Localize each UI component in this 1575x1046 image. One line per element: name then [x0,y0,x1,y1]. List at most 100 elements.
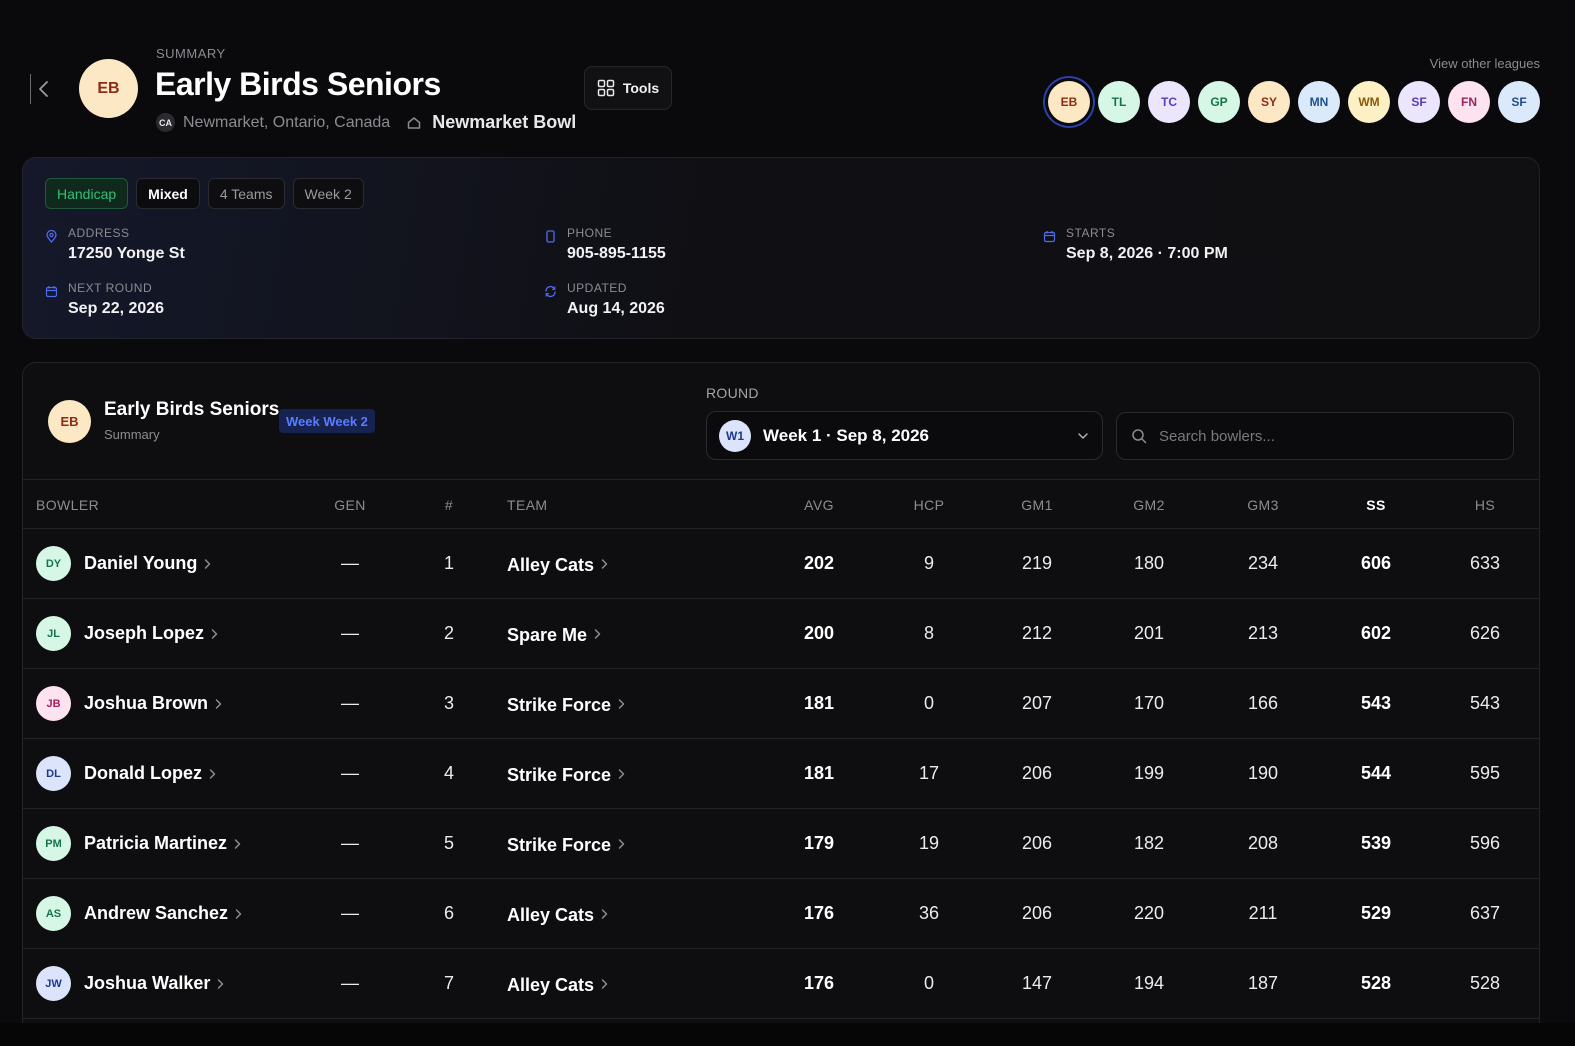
cell-avg: 181 [803,693,835,713]
cell-gm2: 194 [1133,973,1165,993]
next-round-label: NEXT ROUND [68,281,153,295]
league-chip[interactable]: TL [1098,81,1140,123]
table-row[interactable]: DL Donald Lopez Strike Force — 4 181 17 206 199 1… [23,739,1539,809]
bowler-cell[interactable]: JB Joshua Brown [36,669,223,738]
round-chip: W1 [719,419,751,452]
back-button[interactable] [30,74,52,104]
cell-gm1: 206 [1021,763,1053,783]
tools-button[interactable]: Tools [584,66,672,110]
team-name[interactable]: Strike Force [507,695,611,716]
search-box[interactable] [1116,412,1514,460]
cell-gm3: 166 [1247,693,1279,713]
bowler-name[interactable]: Andrew Sanchez [84,903,228,924]
col-gen[interactable]: GEN [334,497,366,513]
table-row[interactable]: PM Patricia Martinez Strike Force — 5 179 19 20… [23,809,1539,879]
league-chip[interactable]: SF [1398,81,1440,123]
bowler-avatar: JL [36,616,71,651]
info-address: ADDRESS 17250 Yonge St [45,226,185,263]
chevron-right-icon [618,768,625,779]
col-avg[interactable]: AVG [804,497,834,513]
team-name[interactable]: Strike Force [507,765,611,786]
col-bowler[interactable]: BOWLER [36,497,99,513]
col-gm2[interactable]: GM2 [1133,497,1165,513]
col-gm1[interactable]: GM1 [1021,497,1053,513]
team-name[interactable]: Alley Cats [507,975,594,996]
cell-gm1: 212 [1021,623,1053,643]
cell-gm1: 207 [1021,693,1053,713]
other-leagues-label[interactable]: View other leagues [1430,56,1540,71]
col-hs[interactable]: HS [1475,497,1495,513]
team-cell[interactable]: Alley Cats [507,879,609,948]
col-num[interactable]: # [445,497,453,513]
round-select[interactable]: W1 Week 1 · Sep 8, 2026 [706,411,1103,460]
col-hcp[interactable]: HCP [914,497,945,513]
tag-mixed: Mixed [136,178,200,209]
bowler-name[interactable]: Joshua Brown [84,693,208,714]
table-row[interactable]: JL Joseph Lopez Spare Me — 2 200 8 212 201 213 602… [23,599,1539,669]
team-name[interactable]: Strike Force [507,835,611,856]
league-chip[interactable]: FN [1448,81,1490,123]
cell-gen: — [341,553,359,573]
team-cell[interactable]: Alley Cats [507,529,609,598]
cell-hs: 543 [1469,693,1501,713]
bowler-cell[interactable]: DY Daniel Young [36,529,212,598]
table-row[interactable]: JB Joshua Brown Strike Force — 3 181 0 207 170 16… [23,669,1539,739]
cell-gm1: 219 [1021,553,1053,573]
phone-value[interactable]: 905-895-1155 [567,245,666,263]
league-chip[interactable]: GP [1198,81,1240,123]
table-row[interactable]: DY Daniel Young Alley Cats — 1 202 9 219 180 234 6… [23,529,1539,599]
team-name[interactable]: Alley Cats [507,905,594,926]
info-next-round: NEXT ROUND Sep 22, 2026 [45,281,164,318]
bowler-name[interactable]: Joseph Lopez [84,623,204,644]
cell-gen: — [341,623,359,643]
chevron-right-icon [209,768,216,779]
cell-gm1: 206 [1021,833,1053,853]
team-cell[interactable]: Alley Cats [507,949,609,1018]
bowler-name[interactable]: Joshua Walker [84,973,210,994]
league-chip[interactable]: WM [1348,81,1390,123]
league-chip[interactable]: EB [1048,81,1090,123]
bowler-name[interactable]: Patricia Martinez [84,833,227,854]
league-chip[interactable]: TC [1148,81,1190,123]
table-row[interactable]: JW Joshua Walker Alley Cats — 7 176 0 147 194 187… [23,949,1539,1019]
cell-num: 3 [443,693,455,713]
league-chip[interactable]: SF [1498,81,1540,123]
team-cell[interactable]: Strike Force [507,809,626,878]
search-input[interactable] [1159,427,1499,445]
table-header: BOWLER GEN # TEAM AVG HCP GM1 GM2 GM3 SS… [23,479,1539,529]
alley-name[interactable]: Newmarket Bowl [432,112,576,133]
bowler-cell[interactable]: PM Patricia Martinez [36,809,242,878]
bowler-cell[interactable]: AS Andrew Sanchez [36,879,243,948]
col-gm3[interactable]: GM3 [1247,497,1279,513]
team-name[interactable]: Alley Cats [507,555,594,576]
table-row[interactable]: AS Andrew Sanchez Alley Cats — 6 176 36 206 220 2… [23,879,1539,949]
cell-num: 6 [443,903,455,923]
col-ss[interactable]: SS [1366,497,1385,513]
home-icon [407,116,421,129]
panel-title: Early Birds Seniors [104,399,280,420]
cell-hcp: 8 [923,623,935,643]
cell-gm1: 206 [1021,903,1053,923]
team-cell[interactable]: Strike Force [507,739,626,808]
bowler-cell[interactable]: JL Joseph Lopez [36,599,219,668]
bowler-name[interactable]: Donald Lopez [84,763,202,784]
cell-num: 7 [443,973,455,993]
team-cell[interactable]: Strike Force [507,669,626,738]
cell-num: 1 [443,553,455,573]
bowler-cell[interactable]: JW Joshua Walker [36,949,225,1018]
bowler-name[interactable]: Daniel Young [84,553,197,574]
cell-hs: 626 [1469,623,1501,643]
team-name[interactable]: Spare Me [507,625,587,646]
cell-hcp: 9 [923,553,935,573]
league-chip[interactable]: MN [1298,81,1340,123]
cell-gen: — [341,833,359,853]
league-chip[interactable]: SY [1248,81,1290,123]
starts-value: Sep 8, 2026 · 7:00 PM [1066,245,1228,262]
chevron-right-icon [618,838,625,849]
cell-gm3: 208 [1247,833,1279,853]
round-label: ROUND [706,385,759,401]
team-cell[interactable]: Spare Me [507,599,602,668]
col-team[interactable]: TEAM [507,497,548,513]
cell-gm1: 147 [1021,973,1053,993]
bowler-cell[interactable]: DL Donald Lopez [36,739,217,808]
